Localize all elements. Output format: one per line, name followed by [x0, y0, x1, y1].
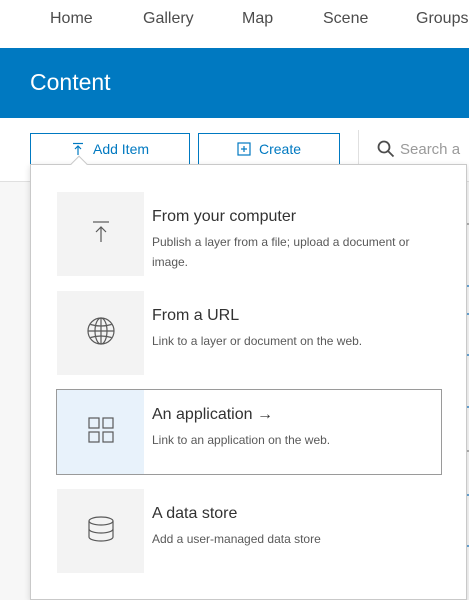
search-input[interactable] — [400, 136, 469, 162]
option-icon-tile — [57, 192, 144, 276]
option-from-computer[interactable]: From your computer Publish a layer from … — [56, 191, 442, 277]
option-title: From a URL — [152, 307, 240, 324]
option-application[interactable]: An application → Link to an application … — [56, 389, 442, 475]
grid-icon — [87, 416, 115, 449]
option-description: Publish a layer from a file; upload a do… — [152, 235, 410, 269]
create-label: Create — [258, 141, 302, 157]
upload-icon — [71, 142, 85, 156]
upload-icon — [90, 220, 112, 249]
option-description: Link to a layer or document on the web. — [152, 334, 363, 348]
add-item-label: Add Item — [92, 141, 150, 157]
page-title: Content — [30, 69, 111, 95]
option-title: An application → — [152, 406, 273, 423]
option-data-store[interactable]: A data store Add a user-managed data sto… — [56, 488, 442, 574]
search-icon — [377, 140, 395, 158]
add-item-dropdown: From your computer Publish a layer from … — [30, 155, 467, 600]
top-nav: Home Gallery Map Scene Groups — [0, 0, 469, 48]
option-title: A data store — [152, 505, 238, 522]
page-header: Content — [0, 48, 469, 118]
plus-box-icon — [237, 142, 251, 156]
option-icon-tile — [57, 489, 144, 573]
nav-scene-link[interactable]: Scene — [323, 10, 368, 28]
option-from-url[interactable]: From a URL Link to a layer or document o… — [56, 290, 442, 376]
globe-icon — [86, 316, 116, 351]
nav-gallery-link[interactable]: Gallery — [143, 10, 194, 28]
create-button[interactable]: Create — [198, 133, 340, 165]
option-icon-tile — [57, 291, 144, 375]
add-item-button[interactable]: Add Item — [30, 133, 190, 165]
nav-map-link[interactable]: Map — [242, 10, 273, 28]
database-icon — [87, 515, 115, 547]
nav-groups-link[interactable]: Groups — [416, 10, 468, 28]
nav-home-link[interactable]: Home — [50, 10, 93, 28]
option-description: Link to an application on the web. — [152, 433, 331, 447]
option-title: From your computer — [152, 208, 297, 225]
option-icon-tile — [57, 390, 144, 474]
option-description: Add a user-managed data store — [152, 532, 321, 546]
